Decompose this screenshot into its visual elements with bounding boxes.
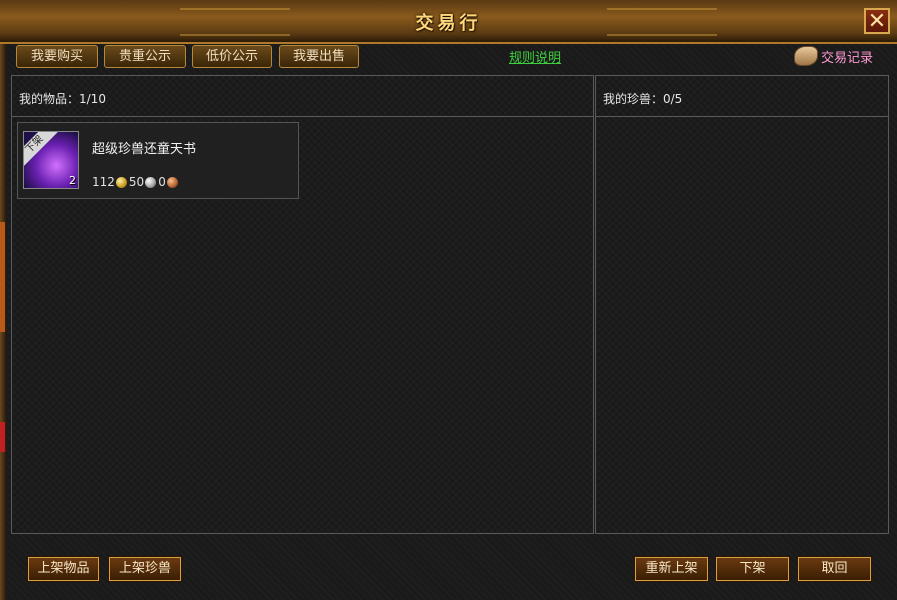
copper-coin-icon [166,176,178,188]
my-pets-count: 我的珍兽：0/5 [603,92,683,106]
item-price: 112 50 0 [92,175,180,189]
item-slot[interactable]: 下架 2 超级珍兽还童天书 112 50 0 [17,122,299,199]
tab-buy[interactable]: 我要购买 [16,45,98,68]
my-pets-header: 我的珍兽：0/5 [596,76,888,117]
close-button[interactable]: ✕ [864,8,890,34]
window-title: 交易行 [415,13,482,34]
list-item-button[interactable]: 上架物品 [28,557,99,581]
gold-coin-icon [115,176,127,188]
price-gold: 112 [92,175,115,189]
trade-record-button[interactable]: 交易记录 [794,45,873,67]
my-pets-panel: 我的珍兽：0/5 [595,75,889,534]
my-items-count: 我的物品：1/10 [19,92,106,106]
tab-sell[interactable]: 我要出售 [279,45,359,68]
item-count: 2 [69,174,76,187]
tab-valuable-notice[interactable]: 贵重公示 [104,45,186,68]
title-bar: 交易行 ✕ [0,0,897,44]
silver-coin-icon [145,176,157,188]
relist-button[interactable]: 重新上架 [635,557,708,581]
side-decor [0,422,5,452]
book-icon: 下架 2 [23,131,79,189]
rules-link[interactable]: 规则说明 [509,47,561,66]
my-items-header: 我的物品：1/10 [12,76,593,117]
tab-lowprice-notice[interactable]: 低价公示 [192,45,272,68]
item-name: 超级珍兽还童天书 [92,142,197,157]
list-pet-button[interactable]: 上架珍兽 [109,557,181,581]
delist-button[interactable]: 下架 [716,557,789,581]
side-decor [0,222,5,332]
price-copper: 0 [158,175,166,189]
trade-window: 交易行 ✕ 我要购买 贵重公示 低价公示 我要出售 规则说明 交易记录 我的物品… [0,0,897,600]
price-silver: 50 [128,175,145,189]
scroll-icon [794,46,818,66]
side-frame [0,42,6,600]
delisted-badge: 下架 [24,132,58,168]
close-icon: ✕ [867,9,887,34]
trade-record-label: 交易记录 [821,50,874,66]
retrieve-button[interactable]: 取回 [798,557,871,581]
